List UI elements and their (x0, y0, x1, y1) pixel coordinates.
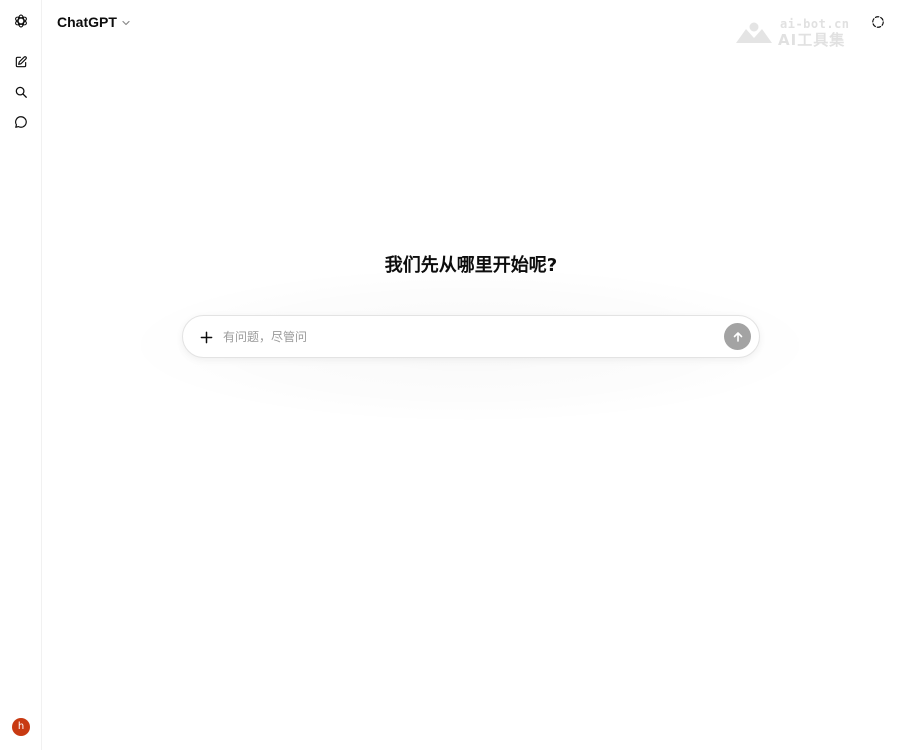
chevron-down-icon (122, 20, 130, 25)
watermark-logo-icon (736, 22, 772, 43)
model-name: ChatGPT (57, 14, 117, 30)
app-window: h ChatGPT ai-bot.cn AI工具集 我们先从哪里开始呢? (0, 0, 900, 750)
openai-logo-icon (15, 14, 27, 28)
sidebar-rail: h (0, 0, 42, 750)
arrow-up-icon (733, 331, 742, 342)
model-switcher[interactable]: ChatGPT (57, 13, 131, 31)
chats-button[interactable] (9, 110, 33, 134)
chat-bubble-icon (15, 116, 27, 128)
watermark-name: AI工具集 (778, 31, 846, 49)
prompt-input[interactable] (223, 326, 703, 348)
search-chats-button[interactable] (9, 80, 33, 104)
plus-icon (200, 331, 212, 343)
send-button[interactable] (724, 323, 751, 350)
dashed-circle-icon (872, 16, 884, 28)
openai-logo-button[interactable] (9, 9, 33, 33)
temporary-chat-button[interactable] (868, 12, 888, 32)
search-icon (15, 86, 27, 98)
new-chat-icon (15, 56, 27, 68)
watermark: ai-bot.cn AI工具集 (734, 17, 858, 49)
user-avatar[interactable]: h (12, 718, 30, 736)
page-title: 我们先从哪里开始呢? (384, 255, 558, 276)
add-attachment-button[interactable] (193, 324, 219, 350)
prompt-composer (182, 315, 760, 358)
new-chat-button[interactable] (9, 50, 33, 74)
